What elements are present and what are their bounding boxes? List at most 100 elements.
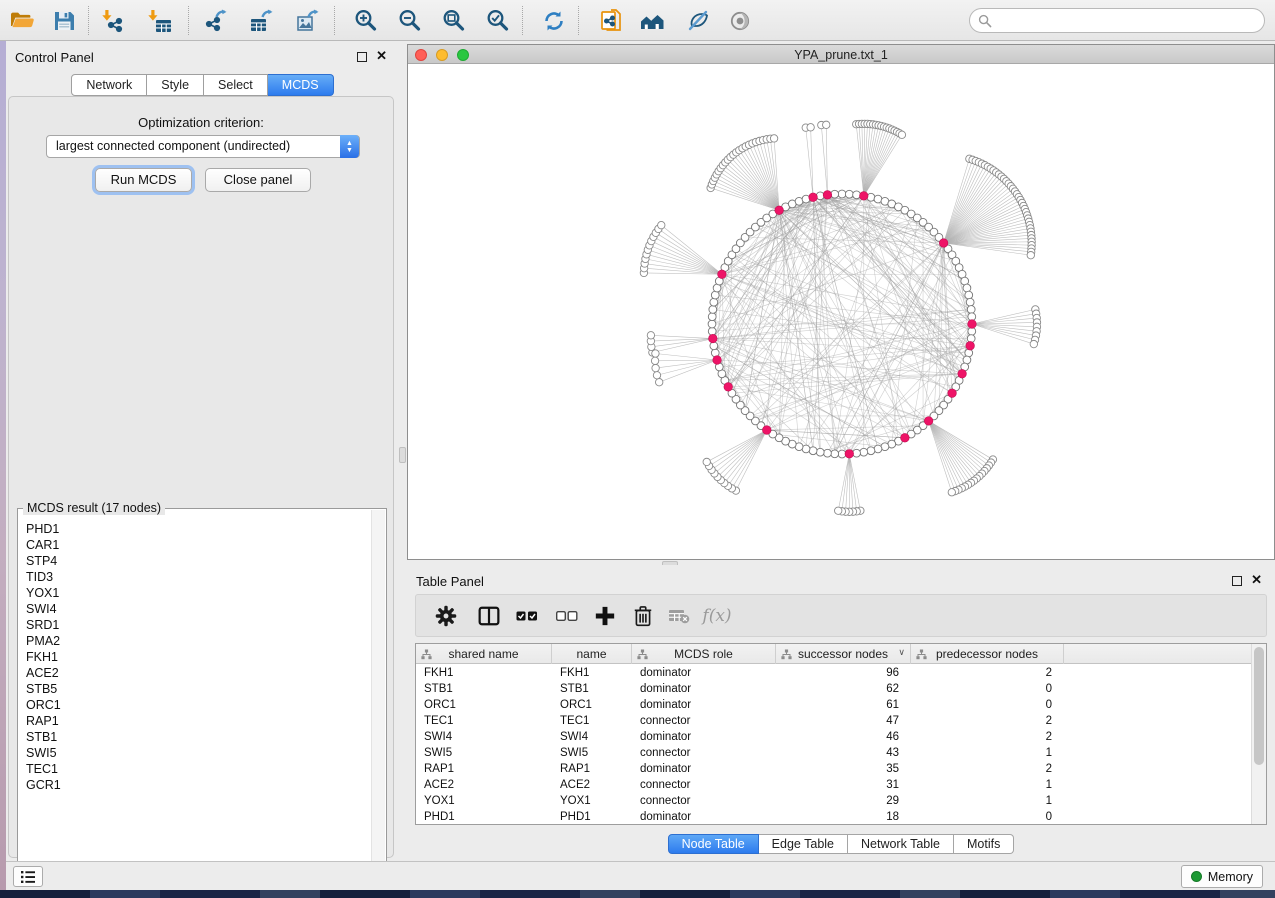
mcds-result-item[interactable]: PMA2: [26, 633, 368, 649]
mcds-result-item[interactable]: PHD1: [26, 521, 368, 537]
table-cell[interactable]: 47: [776, 713, 911, 729]
table-cell[interactable]: 29: [776, 793, 911, 809]
mcds-result-item[interactable]: GCR1: [26, 777, 368, 793]
table-scrollbar-thumb[interactable]: [1254, 647, 1264, 765]
toggle-graphics-details-icon[interactable]: [684, 7, 712, 35]
zoom-in-icon[interactable]: [352, 7, 380, 35]
table-cell[interactable]: TEC1: [416, 713, 552, 729]
table-cell[interactable]: 0: [911, 681, 1064, 697]
show-hide-icon[interactable]: [726, 7, 754, 35]
mcds-result-scrollbar[interactable]: [371, 510, 385, 878]
mcds-result-item[interactable]: STB5: [26, 681, 368, 697]
import-table-icon[interactable]: [146, 7, 174, 35]
close-panel-button[interactable]: Close panel: [205, 168, 311, 192]
mcds-result-item[interactable]: TEC1: [26, 761, 368, 777]
table-cell[interactable]: STB1: [552, 681, 632, 697]
vertical-splitter[interactable]: [399, 41, 407, 861]
delete-column-icon[interactable]: [630, 603, 656, 629]
table-cell[interactable]: ACE2: [552, 777, 632, 793]
export-image-icon[interactable]: [294, 7, 322, 35]
run-mcds-button[interactable]: Run MCDS: [95, 168, 192, 192]
table-cell[interactable]: 0: [911, 697, 1064, 713]
tab-node-table[interactable]: Node Table: [668, 834, 759, 854]
mcds-result-item[interactable]: SRD1: [26, 617, 368, 633]
table-cell[interactable]: SWI4: [552, 729, 632, 745]
tab-mcds[interactable]: MCDS: [268, 74, 334, 96]
close-panel-icon[interactable]: ✕: [376, 49, 387, 63]
table-cell[interactable]: 18: [776, 809, 911, 825]
column-header-predecessor-nodes[interactable]: predecessor nodes: [911, 644, 1064, 664]
export-network-icon[interactable]: [202, 7, 230, 35]
column-header-name[interactable]: name: [552, 644, 632, 664]
table-cell[interactable]: RAP1: [552, 761, 632, 777]
refresh-layout-icon[interactable]: [540, 7, 568, 35]
table-cell[interactable]: ORC1: [552, 697, 632, 713]
table-cell[interactable]: 2: [911, 761, 1064, 777]
table-cell[interactable]: TEC1: [552, 713, 632, 729]
table-cell[interactable]: 43: [776, 745, 911, 761]
import-network-icon[interactable]: [100, 7, 128, 35]
unselect-all-columns-icon[interactable]: [554, 603, 580, 629]
float-panel-icon[interactable]: [1232, 576, 1242, 586]
table-row[interactable]: ACE2ACE2connector311: [416, 777, 1251, 793]
table-cell[interactable]: 31: [776, 777, 911, 793]
network-window-titlebar[interactable]: YPA_prune.txt_1: [408, 45, 1274, 64]
share-document-icon[interactable]: [596, 7, 624, 35]
open-file-icon[interactable]: [8, 7, 36, 35]
table-cell[interactable]: SWI4: [416, 729, 552, 745]
search-input[interactable]: [992, 11, 1264, 31]
table-cell[interactable]: RAP1: [416, 761, 552, 777]
home-networks-icon[interactable]: [638, 7, 666, 35]
tab-network-table[interactable]: Network Table: [848, 834, 954, 854]
table-cell[interactable]: FKH1: [416, 665, 552, 681]
table-cell[interactable]: 2: [911, 665, 1064, 681]
table-row[interactable]: SWI5SWI5connector431: [416, 745, 1251, 761]
chevron-down-icon[interactable]: ∨: [898, 647, 905, 658]
mcds-result-item[interactable]: TID3: [26, 569, 368, 585]
tab-edge-table[interactable]: Edge Table: [759, 834, 848, 854]
table-cell[interactable]: 96: [776, 665, 911, 681]
mcds-result-item[interactable]: FKH1: [26, 649, 368, 665]
table-settings-icon[interactable]: [433, 603, 459, 629]
table-row[interactable]: STB1STB1dominator620: [416, 681, 1251, 697]
table-cell[interactable]: dominator: [632, 729, 776, 745]
table-cell[interactable]: SWI5: [552, 745, 632, 761]
task-history-button[interactable]: [13, 866, 43, 887]
table-cell[interactable]: connector: [632, 713, 776, 729]
table-cell[interactable]: 2: [911, 729, 1064, 745]
table-cell[interactable]: FKH1: [552, 665, 632, 681]
mcds-result-item[interactable]: CAR1: [26, 537, 368, 553]
export-table-icon[interactable]: [248, 7, 276, 35]
table-cell[interactable]: dominator: [632, 665, 776, 681]
select-all-columns-icon[interactable]: [514, 603, 540, 629]
table-cell[interactable]: 46: [776, 729, 911, 745]
create-column-icon[interactable]: [592, 603, 618, 629]
table-cell[interactable]: 62: [776, 681, 911, 697]
close-panel-icon[interactable]: ✕: [1251, 573, 1262, 587]
table-row[interactable]: ORC1ORC1dominator610: [416, 697, 1251, 713]
memory-button[interactable]: Memory: [1181, 865, 1263, 888]
table-cell[interactable]: connector: [632, 745, 776, 761]
table-cell[interactable]: SWI5: [416, 745, 552, 761]
table-row[interactable]: SWI4SWI4dominator462: [416, 729, 1251, 745]
mcds-result-list[interactable]: PHD1CAR1STP4TID3YOX1SWI4SRD1PMA2FKH1ACE2…: [26, 521, 368, 875]
table-cell[interactable]: 35: [776, 761, 911, 777]
table-cell[interactable]: STB1: [416, 681, 552, 697]
table-cell[interactable]: ACE2: [416, 777, 552, 793]
tab-motifs[interactable]: Motifs: [954, 834, 1014, 854]
tab-select[interactable]: Select: [204, 74, 268, 96]
table-row[interactable]: YOX1YOX1connector291: [416, 793, 1251, 809]
table-cell[interactable]: dominator: [632, 697, 776, 713]
table-cell[interactable]: 0: [911, 809, 1064, 825]
network-graph[interactable]: [408, 64, 1274, 559]
table-cell[interactable]: connector: [632, 777, 776, 793]
tab-network[interactable]: Network: [71, 74, 147, 96]
mcds-result-item[interactable]: ORC1: [26, 697, 368, 713]
column-header-shared-name[interactable]: shared name: [416, 644, 552, 664]
column-header-successor-nodes[interactable]: successor nodes∨: [776, 644, 911, 664]
mcds-result-item[interactable]: SWI5: [26, 745, 368, 761]
table-row[interactable]: TEC1TEC1connector472: [416, 713, 1251, 729]
mcds-result-item[interactable]: ACE2: [26, 665, 368, 681]
mcds-result-item[interactable]: STB1: [26, 729, 368, 745]
table-cell[interactable]: 1: [911, 793, 1064, 809]
